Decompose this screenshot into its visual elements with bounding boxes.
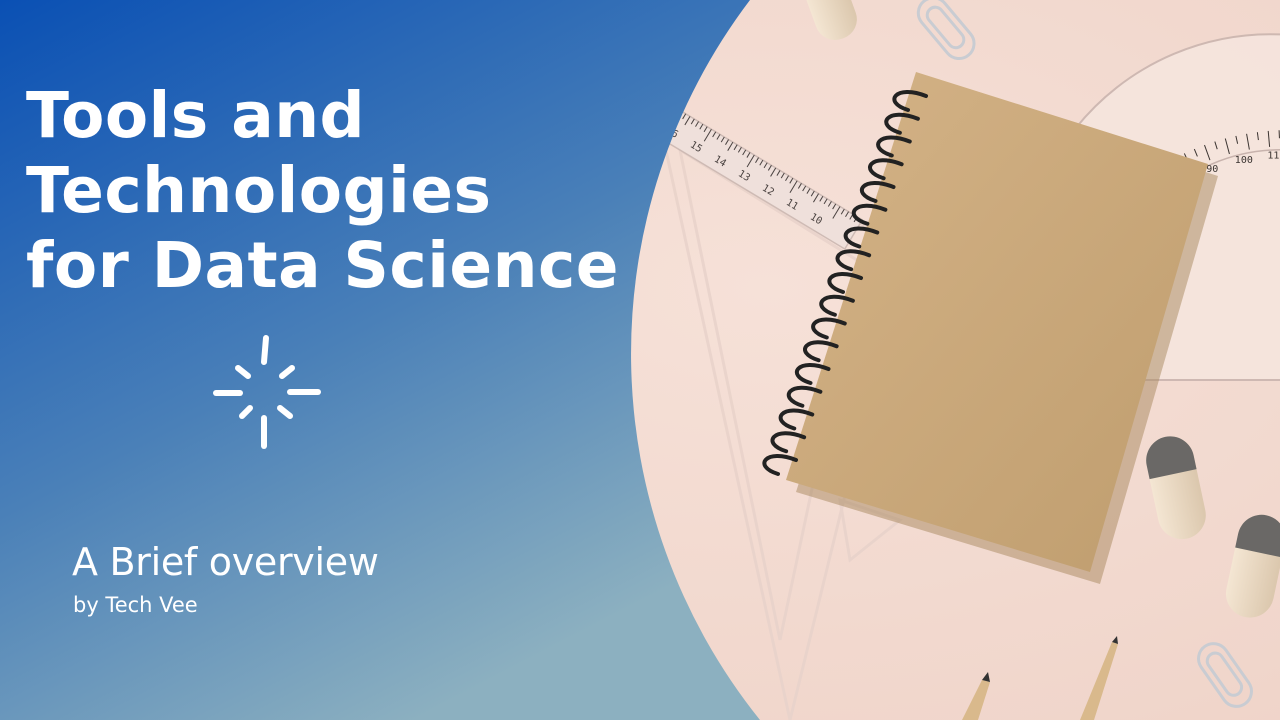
title-line-1: Tools and [26, 79, 366, 152]
slide-title: Tools and Technologies for Data Science [26, 78, 619, 303]
title-line-2: Technologies [26, 154, 492, 227]
author-byline: by Tech Vee [73, 593, 198, 617]
title-slide: 2030405060708090100110 16151413121110 [0, 0, 1280, 720]
title-line-3: for Data Science [26, 229, 620, 302]
slide-subtitle: A Brief overview [72, 540, 379, 584]
sparkle-icon [213, 335, 321, 449]
